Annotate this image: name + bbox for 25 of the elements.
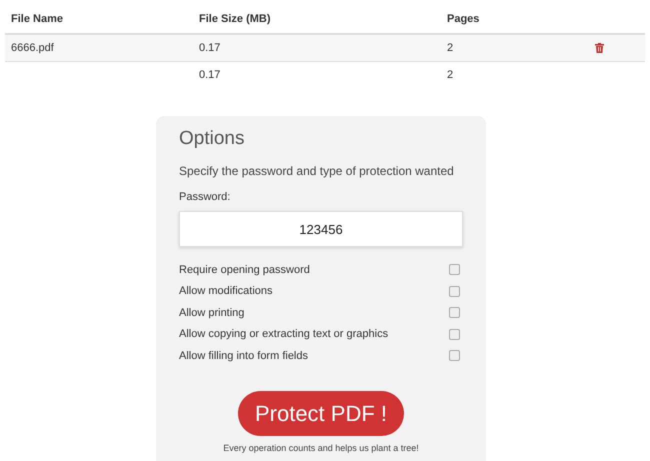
checkbox-label: Allow modifications bbox=[179, 284, 273, 298]
checkbox[interactable] bbox=[449, 350, 460, 362]
tree-note: Every operation counts and helps us plant a tree! bbox=[222, 442, 420, 454]
checkbox[interactable] bbox=[449, 307, 460, 318]
password-field[interactable]: 123456 bbox=[179, 211, 463, 247]
checkbox-label: Allow printing bbox=[179, 306, 244, 320]
column-header: File Size (MB) bbox=[199, 13, 271, 25]
instructions-text: Specify the password and type of protection wanted bbox=[179, 163, 455, 180]
table-cell: 2 bbox=[447, 69, 454, 81]
checkbox[interactable] bbox=[449, 286, 460, 297]
panel-title: Options bbox=[179, 127, 246, 151]
table-cell: 0.17 bbox=[199, 69, 220, 81]
checkbox-label: Allow copying or extracting text or graphics bbox=[179, 327, 388, 342]
table-cell: 0.17 bbox=[199, 42, 220, 54]
password-label: Password: bbox=[179, 190, 232, 204]
checkbox[interactable] bbox=[449, 328, 460, 340]
checkbox-label: Require opening password bbox=[179, 262, 310, 277]
table-cell: 2 bbox=[447, 42, 454, 54]
table-cell: 6666.pdf bbox=[11, 42, 54, 54]
column-header: File Name bbox=[11, 13, 63, 25]
trash-icon[interactable] bbox=[595, 43, 604, 54]
column-header: Pages bbox=[447, 13, 480, 25]
protect-pdf-button[interactable]: Protect PDF ! bbox=[238, 390, 404, 436]
checkbox[interactable] bbox=[449, 264, 460, 276]
checkbox-label: Allow filling into form fields bbox=[179, 348, 308, 363]
